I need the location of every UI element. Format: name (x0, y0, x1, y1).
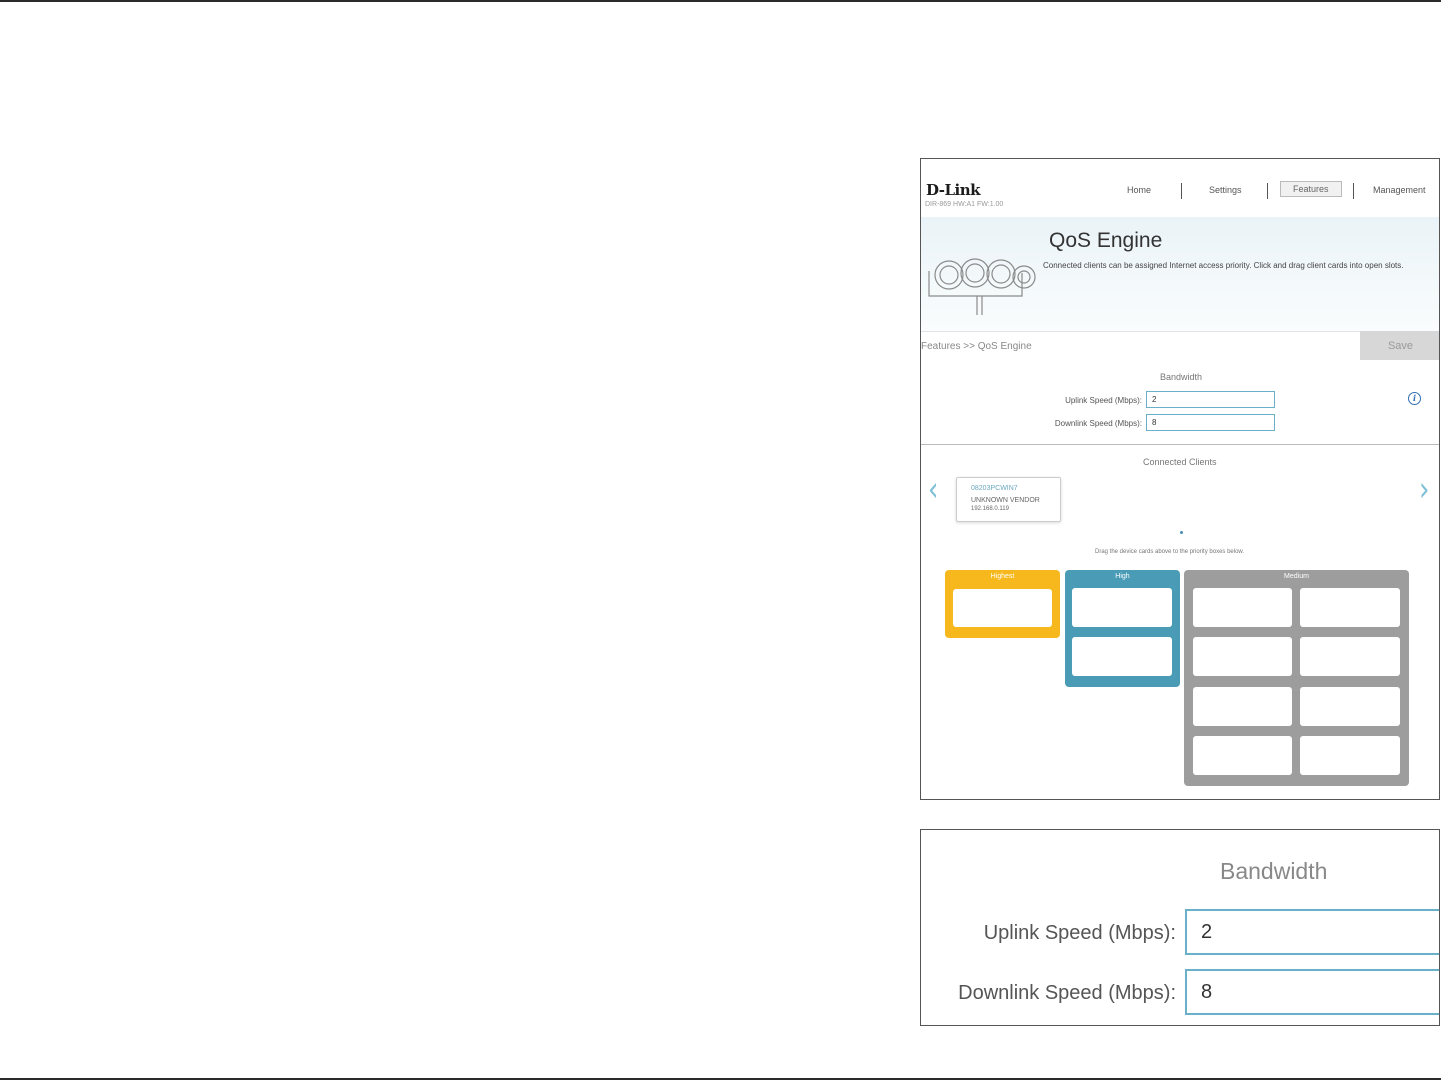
breadcrumb: Features >> QoS Engine (921, 341, 1032, 352)
priority-slot[interactable] (1193, 687, 1292, 726)
top-bar: D-Link DIR-869 HW:A1 FW:1.00 Home Settin… (921, 159, 1439, 217)
carousel-next-icon[interactable]: › (1419, 471, 1429, 510)
bandwidth-zoom-panel: Bandwidth Uplink Speed (Mbps): Downlink … (920, 829, 1440, 1026)
nav-management[interactable]: Management (1373, 185, 1426, 195)
nav-features[interactable]: Features (1280, 181, 1342, 197)
nav-separator (1353, 183, 1354, 199)
priority-slot[interactable] (1300, 736, 1400, 775)
page-title: QoS Engine (1049, 229, 1163, 252)
priority-slot[interactable] (1193, 736, 1292, 775)
priority-slot[interactable] (1300, 637, 1400, 676)
client-card[interactable]: 08203PCWIN7 UNKNOWN VENDOR 192.168.0.119 (956, 477, 1061, 522)
uplink-speed-input[interactable] (1146, 391, 1275, 408)
qos-engine-screenshot: D-Link DIR-869 HW:A1 FW:1.00 Home Settin… (920, 158, 1440, 800)
info-icon[interactable]: i (1408, 392, 1421, 405)
drag-hint: Drag the device cards above to the prior… (1095, 549, 1245, 555)
downlink-label-zoom: Downlink Speed (Mbps): (958, 982, 1176, 1004)
uplink-speed-input-zoom[interactable] (1185, 909, 1439, 955)
gauges-illustration-icon (928, 258, 1036, 315)
priority-label-highest: Highest (990, 573, 1015, 580)
carousel-prev-icon[interactable]: ‹ (928, 471, 938, 510)
priority-box-medium: Medium (1184, 570, 1409, 786)
dlink-logo: D-Link (926, 181, 981, 199)
nav-separator (1181, 183, 1182, 199)
priority-slot[interactable] (1072, 637, 1172, 676)
carousel-page-dot[interactable] (1180, 531, 1183, 534)
client-vendor: UNKNOWN VENDOR (971, 497, 1040, 504)
priority-slot[interactable] (1193, 588, 1292, 627)
priority-slot[interactable] (953, 589, 1052, 627)
uplink-label: Uplink Speed (Mbps): (1065, 396, 1142, 405)
priority-label-high: High (1115, 573, 1130, 580)
downlink-speed-input[interactable] (1146, 414, 1275, 431)
section-divider (921, 444, 1439, 445)
priority-slot[interactable] (1072, 588, 1172, 627)
client-ip: 192.168.0.119 (971, 506, 1009, 512)
nav-home[interactable]: Home (1127, 185, 1151, 195)
downlink-speed-input-zoom[interactable] (1185, 969, 1439, 1015)
page-description: Connected clients can be assigned Intern… (1043, 261, 1404, 270)
bandwidth-title-zoom: Bandwidth (1220, 858, 1328, 884)
priority-label-medium: Medium (1284, 573, 1309, 580)
priority-slot[interactable] (1193, 637, 1292, 676)
client-name: 08203PCWIN7 (971, 485, 1018, 492)
top-rule (0, 0, 1441, 2)
uplink-label-zoom: Uplink Speed (Mbps): (983, 922, 1176, 944)
connected-clients-title: Connected Clients (1143, 457, 1217, 467)
nav-settings[interactable]: Settings (1209, 185, 1242, 195)
save-button[interactable]: Save (1360, 331, 1439, 360)
priority-slot[interactable] (1300, 588, 1400, 627)
model-info: DIR-869 HW:A1 FW:1.00 (925, 201, 1004, 208)
bandwidth-title: Bandwidth (1160, 372, 1203, 382)
priority-slot[interactable] (1300, 687, 1400, 726)
nav-separator (1267, 183, 1268, 199)
downlink-label: Downlink Speed (Mbps): (1054, 419, 1142, 428)
bottom-rule (0, 1078, 1441, 1080)
priority-box-high: High (1065, 570, 1180, 687)
priority-box-highest: Highest (945, 570, 1060, 638)
